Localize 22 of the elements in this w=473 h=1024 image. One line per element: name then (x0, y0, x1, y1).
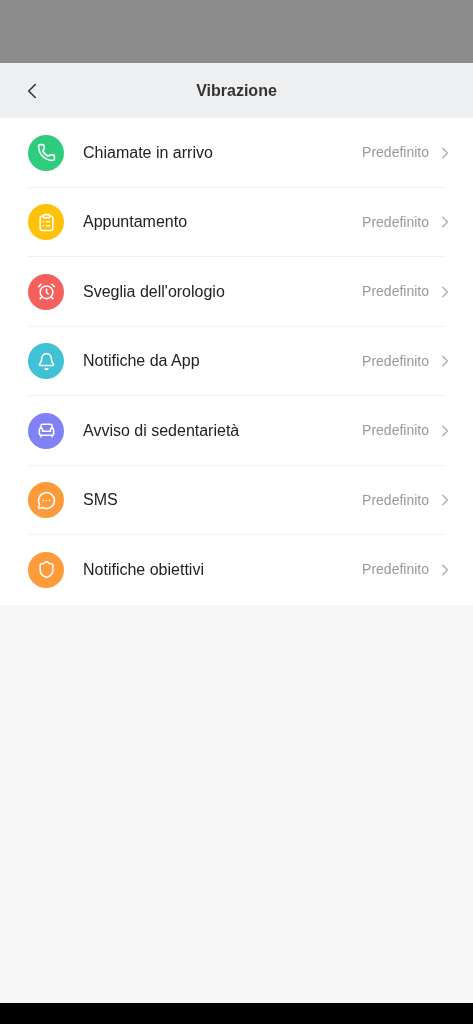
row-label: Chiamate in arrivo (83, 142, 214, 163)
settings-row[interactable]: Chiamate in arrivo Predefinito (0, 118, 473, 188)
settings-row[interactable]: Notifiche da App Predefinito (0, 326, 473, 396)
settings-row[interactable]: SMS Predefinito (0, 465, 473, 535)
row-value: Predefinito (362, 421, 429, 441)
settings-row[interactable]: Avviso di sedentarietà Predefinito (0, 396, 473, 466)
row-label: Sveglia dell'orologio (83, 281, 226, 302)
row-label: SMS (83, 490, 119, 511)
row-value: Predefinito (362, 282, 429, 302)
row-value: Predefinito (362, 490, 429, 510)
settings-row[interactable]: Sveglia dell'orologio Predefinito (0, 257, 473, 327)
row-value: Predefinito (362, 560, 429, 580)
row-value: Predefinito (362, 143, 429, 163)
page-title: Vibrazione (196, 80, 277, 101)
row-label: Avviso di sedentarietà (83, 420, 241, 441)
settings-row[interactable]: Notifiche obiettivi Predefinito (0, 535, 473, 605)
settings-row[interactable]: Appuntamento Predefinito (0, 187, 473, 257)
row-label: Notifiche da App (83, 351, 201, 372)
row-value: Predefinito (362, 351, 429, 371)
row-label: Appuntamento (83, 212, 189, 233)
row-label: Notifiche obiettivi (83, 559, 205, 580)
row-value: Predefinito (362, 212, 429, 232)
